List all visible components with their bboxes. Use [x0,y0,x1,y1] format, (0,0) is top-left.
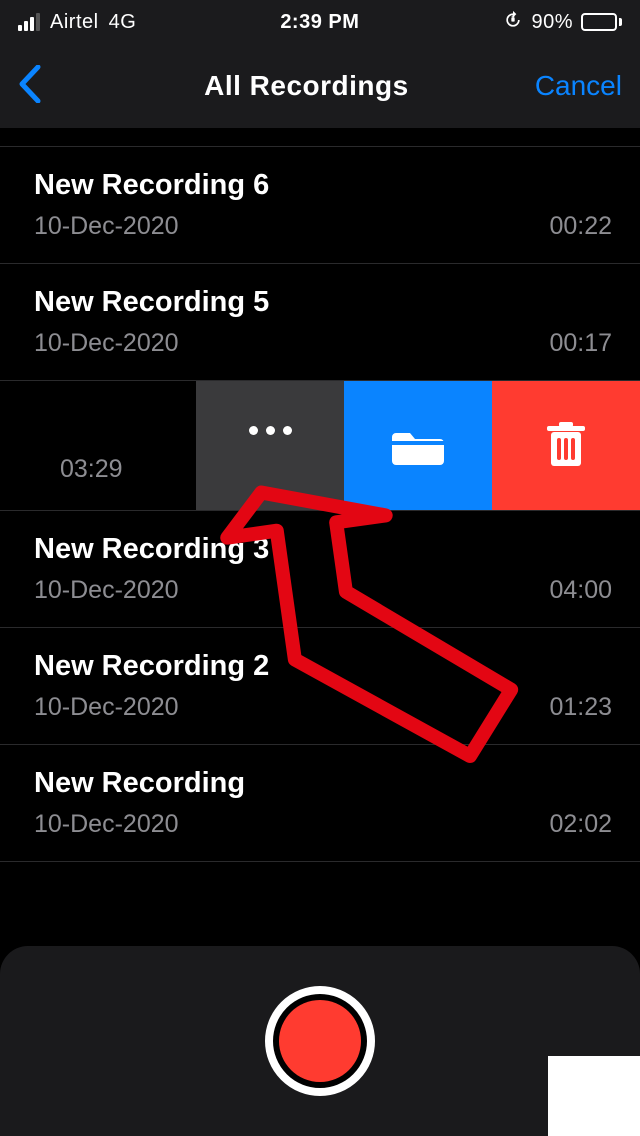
rotation-lock-icon [503,10,523,35]
recording-duration: 04:00 [549,576,612,605]
carrier-label: Airtel [50,11,99,34]
list-item[interactable]: New Recording 6 10-Dec-2020 00:22 [0,147,640,264]
status-left: Airtel 4G [18,11,136,34]
recording-title: New Recording 3 [34,533,612,566]
recording-date: 10-Dec-2020 [34,576,179,605]
recording-title: New Recording [34,767,612,800]
trash-icon [545,422,587,470]
chevron-left-icon [18,65,42,103]
status-right: 90% [503,10,622,35]
delete-button[interactable] [492,381,640,510]
battery-pct: 90% [531,11,573,34]
recording-duration: 02:02 [549,810,612,839]
record-icon [279,1000,361,1082]
record-button[interactable] [265,986,375,1096]
recording-duration: 00:17 [549,329,612,358]
recording-duration: 01:23 [549,693,612,722]
recording-date: 10-Dec-2020 [34,329,179,358]
list-item[interactable] [0,128,640,147]
nav-bar: All Recordings Cancel [0,44,640,128]
cancel-button[interactable]: Cancel [535,70,622,102]
ellipsis-icon [249,426,292,435]
back-button[interactable] [18,65,78,108]
list-item[interactable]: New Recording 5 10-Dec-2020 00:17 [0,264,640,381]
list-item[interactable]: New Recording 10-Dec-2020 02:02 [0,745,640,862]
clock: 2:39 PM [280,11,359,34]
recording-date: 10-Dec-2020 [34,212,179,241]
page-title: All Recordings [204,70,409,102]
signal-icon [18,13,40,31]
move-to-folder-button[interactable] [344,381,492,510]
recording-title: New Recording 5 [34,286,612,319]
recordings-list: New Recording 6 10-Dec-2020 00:22 New Re… [0,128,640,862]
status-bar: Airtel 4G 2:39 PM 90% [0,0,640,44]
recording-date: 10-Dec-2020 [34,810,179,839]
recording-title: New Recording 2 [34,650,612,683]
list-item[interactable]: New Recording 3 10-Dec-2020 04:00 [0,511,640,628]
list-item[interactable]: New Recording 2 10-Dec-2020 01:23 [0,628,640,745]
list-item-swiped[interactable]: 03:29 [0,381,640,511]
recording-duration: 00:22 [549,212,612,241]
recording-title: New Recording 6 [34,169,612,202]
network-label: 4G [109,11,137,34]
more-actions-button[interactable] [196,381,344,510]
recording-duration: 03:29 [0,381,196,510]
battery-icon [581,13,622,31]
folder-icon [392,425,444,467]
record-footer [0,946,640,1136]
recording-date: 10-Dec-2020 [34,693,179,722]
white-overlay [548,1056,640,1136]
